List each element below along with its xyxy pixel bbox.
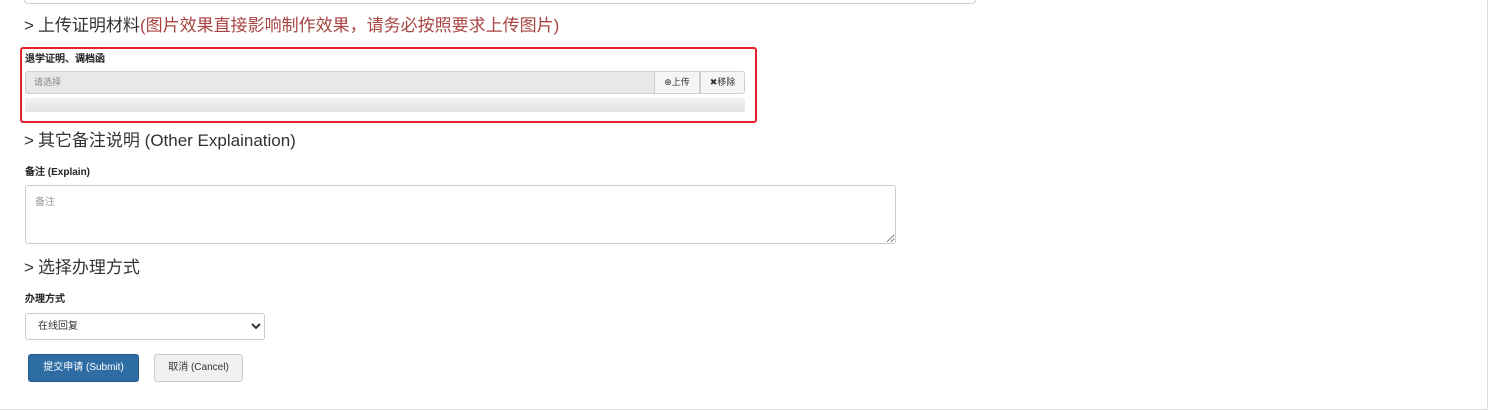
- previous-field-edge: [24, 0, 976, 4]
- upload-button-label: 上传: [671, 77, 690, 87]
- upload-progress-bar: [25, 98, 745, 112]
- handling-method-select[interactable]: 在线回复: [25, 313, 265, 340]
- remarks-textarea[interactable]: [25, 185, 896, 244]
- remove-button-label: 移除: [717, 77, 736, 87]
- chevron-right-icon: >: [24, 131, 34, 150]
- chevron-right-icon: >: [24, 258, 34, 277]
- certificate-field-label: 退学证明、调档函: [25, 54, 105, 65]
- remove-button[interactable]: ✖移除: [700, 71, 745, 94]
- chevron-right-icon: >: [24, 16, 34, 35]
- remarks-section-title-text: 其它备注说明 (Other Explaination): [37, 131, 296, 150]
- upload-section-title: > 上传证明材料(图片效果直接影响制作效果，请务必按照要求上传图片): [24, 16, 559, 36]
- upload-button[interactable]: ⊕上传: [654, 71, 700, 94]
- remarks-field-label: 备注 (Explain): [25, 167, 91, 178]
- remarks-section-title: > 其它备注说明 (Other Explaination): [24, 131, 296, 151]
- method-field-label: 办理方式: [25, 294, 65, 305]
- method-section-title: > 选择办理方式: [24, 258, 140, 278]
- upload-section-title-text: 上传证明材料: [37, 16, 140, 35]
- upload-warning-text: (图片效果直接影响制作效果，请务必按照要求上传图片): [139, 16, 560, 35]
- submit-button[interactable]: 提交申请 (Submit): [28, 354, 139, 382]
- upload-icon: ⊕: [664, 77, 672, 87]
- method-section-title-text: 选择办理方式: [37, 258, 140, 277]
- file-select-input[interactable]: 请选择: [25, 71, 654, 94]
- cancel-button[interactable]: 取消 (Cancel): [154, 354, 243, 382]
